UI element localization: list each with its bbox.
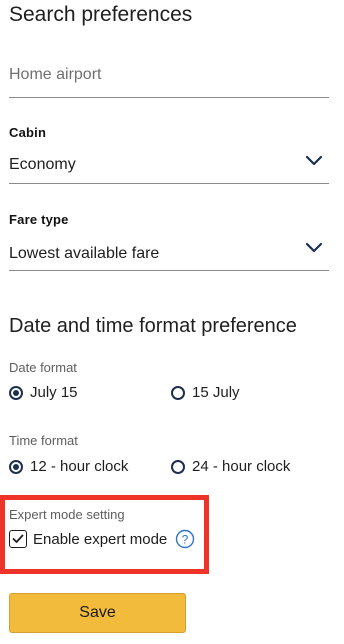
cabin-value: Economy — [9, 156, 76, 173]
datetime-title: Date and time format preference — [9, 315, 297, 337]
date-option-label: July 15 — [30, 384, 78, 401]
date-format-label: Date format — [9, 360, 77, 375]
expert-mode-row: Enable expert mode ? — [9, 529, 195, 549]
cabin-label: Cabin — [9, 125, 47, 140]
expert-mode-checkbox-label[interactable]: Enable expert mode — [33, 531, 167, 548]
home-airport-field[interactable]: Home airport — [9, 60, 329, 98]
fare-type-value: Lowest available fare — [9, 245, 160, 262]
radio-unselected-icon — [171, 459, 185, 474]
checkmark-icon — [12, 534, 24, 543]
time-format-label: Time format — [9, 433, 78, 448]
expert-mode-label: Expert mode setting — [9, 507, 125, 522]
time-option-12-hour[interactable]: 12 - hour clock — [9, 458, 128, 475]
date-option-label: 15 July — [192, 384, 240, 401]
date-option-15-july[interactable]: 15 July — [171, 384, 240, 401]
time-option-24-hour[interactable]: 24 - hour clock — [171, 458, 290, 475]
date-option-july-15[interactable]: July 15 — [9, 384, 78, 401]
search-preferences-title: Search preferences — [9, 3, 193, 26]
radio-unselected-icon — [171, 385, 185, 400]
chevron-down-icon — [305, 155, 323, 166]
time-option-label: 24 - hour clock — [192, 458, 291, 475]
radio-selected-icon — [9, 459, 23, 474]
fare-type-select[interactable]: Lowest available fare — [9, 233, 329, 271]
cabin-select[interactable]: Economy — [9, 146, 329, 184]
fare-type-label: Fare type — [9, 212, 69, 227]
radio-selected-icon — [9, 385, 23, 400]
help-circle-icon[interactable]: ? — [175, 529, 195, 549]
chevron-down-icon — [305, 242, 323, 253]
time-option-label: 12 - hour clock — [30, 458, 129, 475]
home-airport-placeholder: Home airport — [9, 66, 102, 83]
expert-mode-checkbox[interactable] — [9, 530, 27, 548]
save-button[interactable]: Save — [9, 593, 186, 633]
svg-text:?: ? — [182, 533, 189, 547]
